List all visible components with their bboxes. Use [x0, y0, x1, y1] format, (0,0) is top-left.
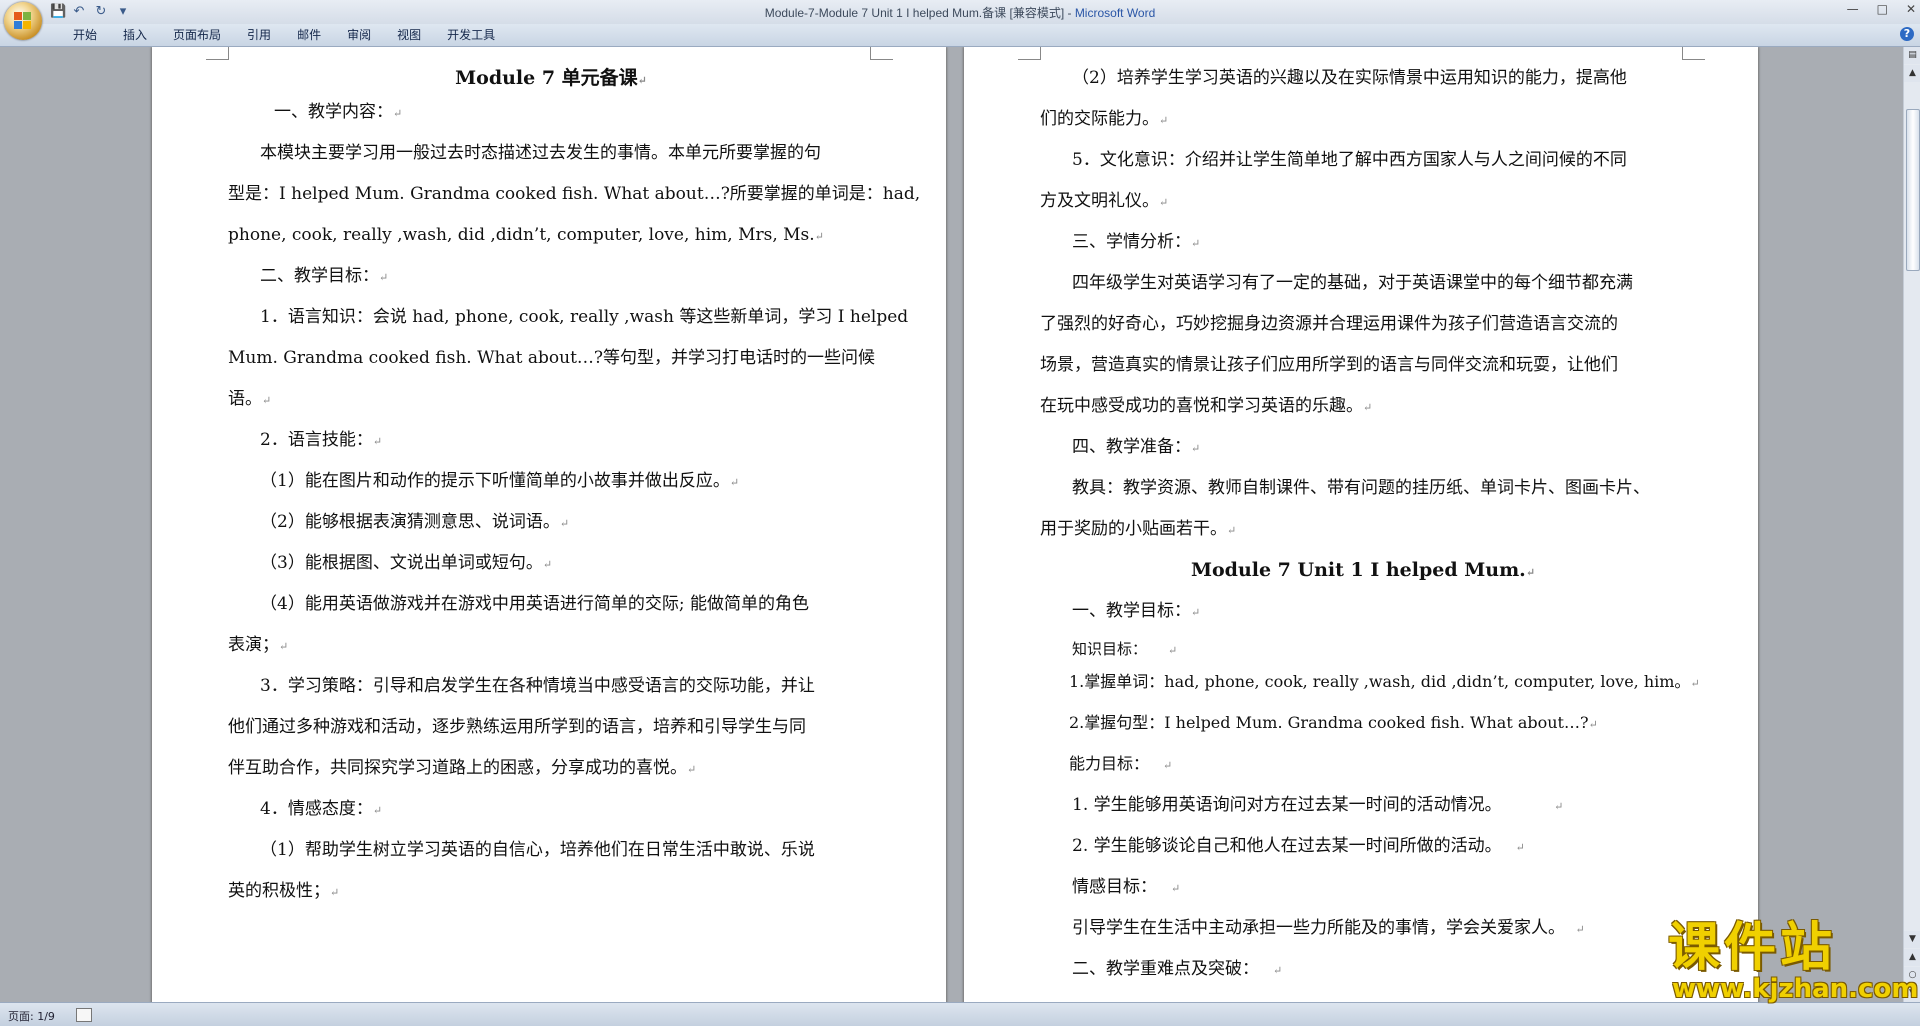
app-name: Microsoft Word	[1074, 6, 1156, 20]
paragraph: 1. 学生能够用英语询问对方在过去某一时间的活动情况。 ↵	[1072, 795, 1564, 815]
paragraph: 一、教学内容：↵	[274, 102, 403, 122]
tab-review[interactable]: 审阅	[334, 27, 384, 43]
title-bar: 💾 ↶ ↻ ▾ Module-7-Module 7 Unit 1 I helpe…	[0, 0, 1920, 24]
paragraph: 4．情感态度：↵	[260, 799, 383, 819]
watermark-url: www.kjzhan.com	[1672, 974, 1919, 1004]
paragraph: phone, cook, really ,wash, did ,didn’t, …	[228, 225, 824, 245]
tab-mailings[interactable]: 邮件	[284, 27, 334, 43]
crop-mark	[206, 47, 229, 60]
paragraph: 伴互助合作，共同探究学习道路上的困惑，分享成功的喜悦。↵	[228, 758, 697, 778]
paragraph: 情感目标： ↵	[1072, 877, 1181, 897]
paragraph: （3）能根据图、文说出单词或短句。↵	[260, 553, 553, 573]
paragraph: 二、教学重难点及突破： ↵	[1072, 959, 1283, 979]
ribbon-tabs: 开始 插入 页面布局 引用 邮件 审阅 视图 开发工具	[60, 27, 508, 43]
crop-mark	[870, 47, 893, 60]
paragraph: 1．语言知识：会说 had, phone, cook, really ,wash…	[260, 307, 909, 327]
page-1: Module 7 单元备课↵ 一、教学内容：↵ 本模块主要学习用一般过去时态描述…	[152, 47, 946, 1002]
paragraph: 知识目标： ↵	[1072, 640, 1178, 658]
paragraph: 用于奖励的小贴画若干。↵	[1040, 519, 1237, 539]
paragraph: 教具：教学资源、教师自制课件、带有问题的挂历纸、单词卡片、图画卡片、	[1072, 478, 1650, 498]
paragraph: 2．语言技能：↵	[260, 430, 383, 450]
paragraph: 们的交际能力。↵	[1040, 109, 1169, 129]
tab-view[interactable]: 视图	[384, 27, 434, 43]
document-title: Module-7-Module 7 Unit 1 I helped Mum.备课…	[764, 6, 1075, 20]
tab-home[interactable]: 开始	[60, 27, 110, 43]
paragraph: 四、教学准备：↵	[1072, 437, 1201, 457]
paragraph: 在玩中感受成功的喜悦和学习英语的乐趣。↵	[1040, 396, 1373, 416]
watermark-logo-text: 课件站	[1668, 918, 1837, 978]
paragraph: 二、教学目标：↵	[260, 266, 389, 286]
ribbon: 开始 插入 页面布局 引用 邮件 审阅 视图 开发工具 ?	[0, 24, 1920, 47]
ruler-toggle-icon[interactable]: ▤	[1904, 47, 1920, 64]
scroll-up-icon[interactable]: ▲	[1904, 65, 1920, 82]
paragraph: 2. 学生能够谈论自己和他人在过去某一时间所做的活动。 ↵	[1072, 836, 1525, 856]
paragraph: 三、学情分析：↵	[1072, 232, 1201, 252]
paragraph: 了强烈的好奇心，巧妙挖掘身边资源并合理运用课件为孩子们营造语言交流的	[1040, 314, 1618, 334]
document-area: Module 7 单元备课↵ 一、教学内容：↵ 本模块主要学习用一般过去时态描述…	[0, 47, 1902, 1002]
paragraph: 英的积极性；↵	[228, 881, 340, 901]
paragraph: 表演；↵	[228, 635, 289, 655]
status-bar: 页面: 1/9	[0, 1002, 1920, 1026]
module-heading: Module 7 单元备课↵	[455, 67, 647, 89]
paragraph: 1.掌握单词：had, phone, cook, really ,wash, d…	[1069, 672, 1700, 691]
paragraph: Mum. Grandma cooked fish. What about…?等句…	[228, 348, 876, 368]
paragraph: 他们通过多种游戏和活动，逐步熟练运用所学到的语言，培养和引导学生与同	[228, 717, 806, 737]
unit-heading: Module 7 Unit 1 I helped Mum.↵	[1190, 559, 1536, 581]
tab-developer[interactable]: 开发工具	[434, 27, 508, 43]
paragraph: 方及文明礼仪。↵	[1040, 191, 1169, 211]
tab-page-layout[interactable]: 页面布局	[160, 27, 234, 43]
paragraph: （1）能在图片和动作的提示下听懂简单的小故事并做出反应。↵	[260, 471, 740, 491]
paragraph: （1）帮助学生树立学习英语的自信心，培养他们在日常生活中敢说、乐说	[260, 840, 815, 860]
paragraph: 引导学生在生活中主动承担一些力所能及的事情，学会关爱家人。 ↵	[1072, 918, 1585, 938]
paragraph: 能力目标： ↵	[1069, 754, 1173, 773]
paragraph: 5．文化意识：介绍并让学生简单地了解中西方国家人与人之间问候的不同	[1072, 150, 1627, 170]
office-button[interactable]	[4, 2, 42, 40]
paragraph: 一、教学目标：↵	[1072, 601, 1201, 621]
office-logo-icon	[14, 12, 32, 30]
scroll-thumb[interactable]	[1906, 109, 1920, 271]
paragraph: 型是：I helped Mum. Grandma cooked fish. Wh…	[228, 184, 921, 204]
paragraph: （2）培养学生学习英语的兴趣以及在实际情景中运用知识的能力，提高他	[1072, 68, 1627, 88]
window-controls: — □ ✕	[1847, 2, 1916, 16]
crop-mark	[1682, 47, 1705, 60]
page-2: （2）培养学生学习英语的兴趣以及在实际情景中运用知识的能力，提高他 们的交际能力…	[964, 47, 1758, 1002]
minimize-icon[interactable]: —	[1847, 2, 1859, 16]
site-watermark: 课件站 www.kjzhan.com	[1668, 918, 1918, 1004]
paragraph: （2）能够根据表演猜测意思、说词语。↵	[260, 512, 570, 532]
page-count[interactable]: 页面: 1/9	[8, 1008, 55, 1024]
crop-mark	[1018, 47, 1041, 60]
close-icon[interactable]: ✕	[1906, 2, 1916, 16]
vertical-scrollbar[interactable]: ▤ ▲ ▼ ▲ ○ ▼	[1903, 47, 1920, 1002]
paragraph: 本模块主要学习用一般过去时态描述过去发生的事情。本单元所要掌握的句	[260, 143, 821, 163]
paragraph: 语。↵	[228, 389, 272, 409]
tab-references[interactable]: 引用	[234, 27, 284, 43]
proofing-icon[interactable]	[76, 1008, 92, 1022]
paragraph: （4）能用英语做游戏并在游戏中用英语进行简单的交际; 能做简单的角色	[260, 594, 809, 614]
help-icon[interactable]: ?	[1900, 27, 1914, 41]
maximize-icon[interactable]: □	[1877, 2, 1888, 16]
window-title: Module-7-Module 7 Unit 1 I helped Mum.备课…	[0, 4, 1920, 21]
paragraph: 2.掌握句型：I helped Mum. Grandma cooked fish…	[1069, 713, 1598, 732]
paragraph: 3．学习策略：引导和启发学生在各种情境当中感受语言的交际功能，并让	[260, 676, 815, 696]
paragraph: 场景，营造真实的情景让孩子们应用所学到的语言与同伴交流和玩耍，让他们	[1040, 355, 1618, 375]
tab-insert[interactable]: 插入	[110, 27, 160, 43]
paragraph: 四年级学生对英语学习有了一定的基础，对于英语课堂中的每个细节都充满	[1072, 273, 1633, 293]
